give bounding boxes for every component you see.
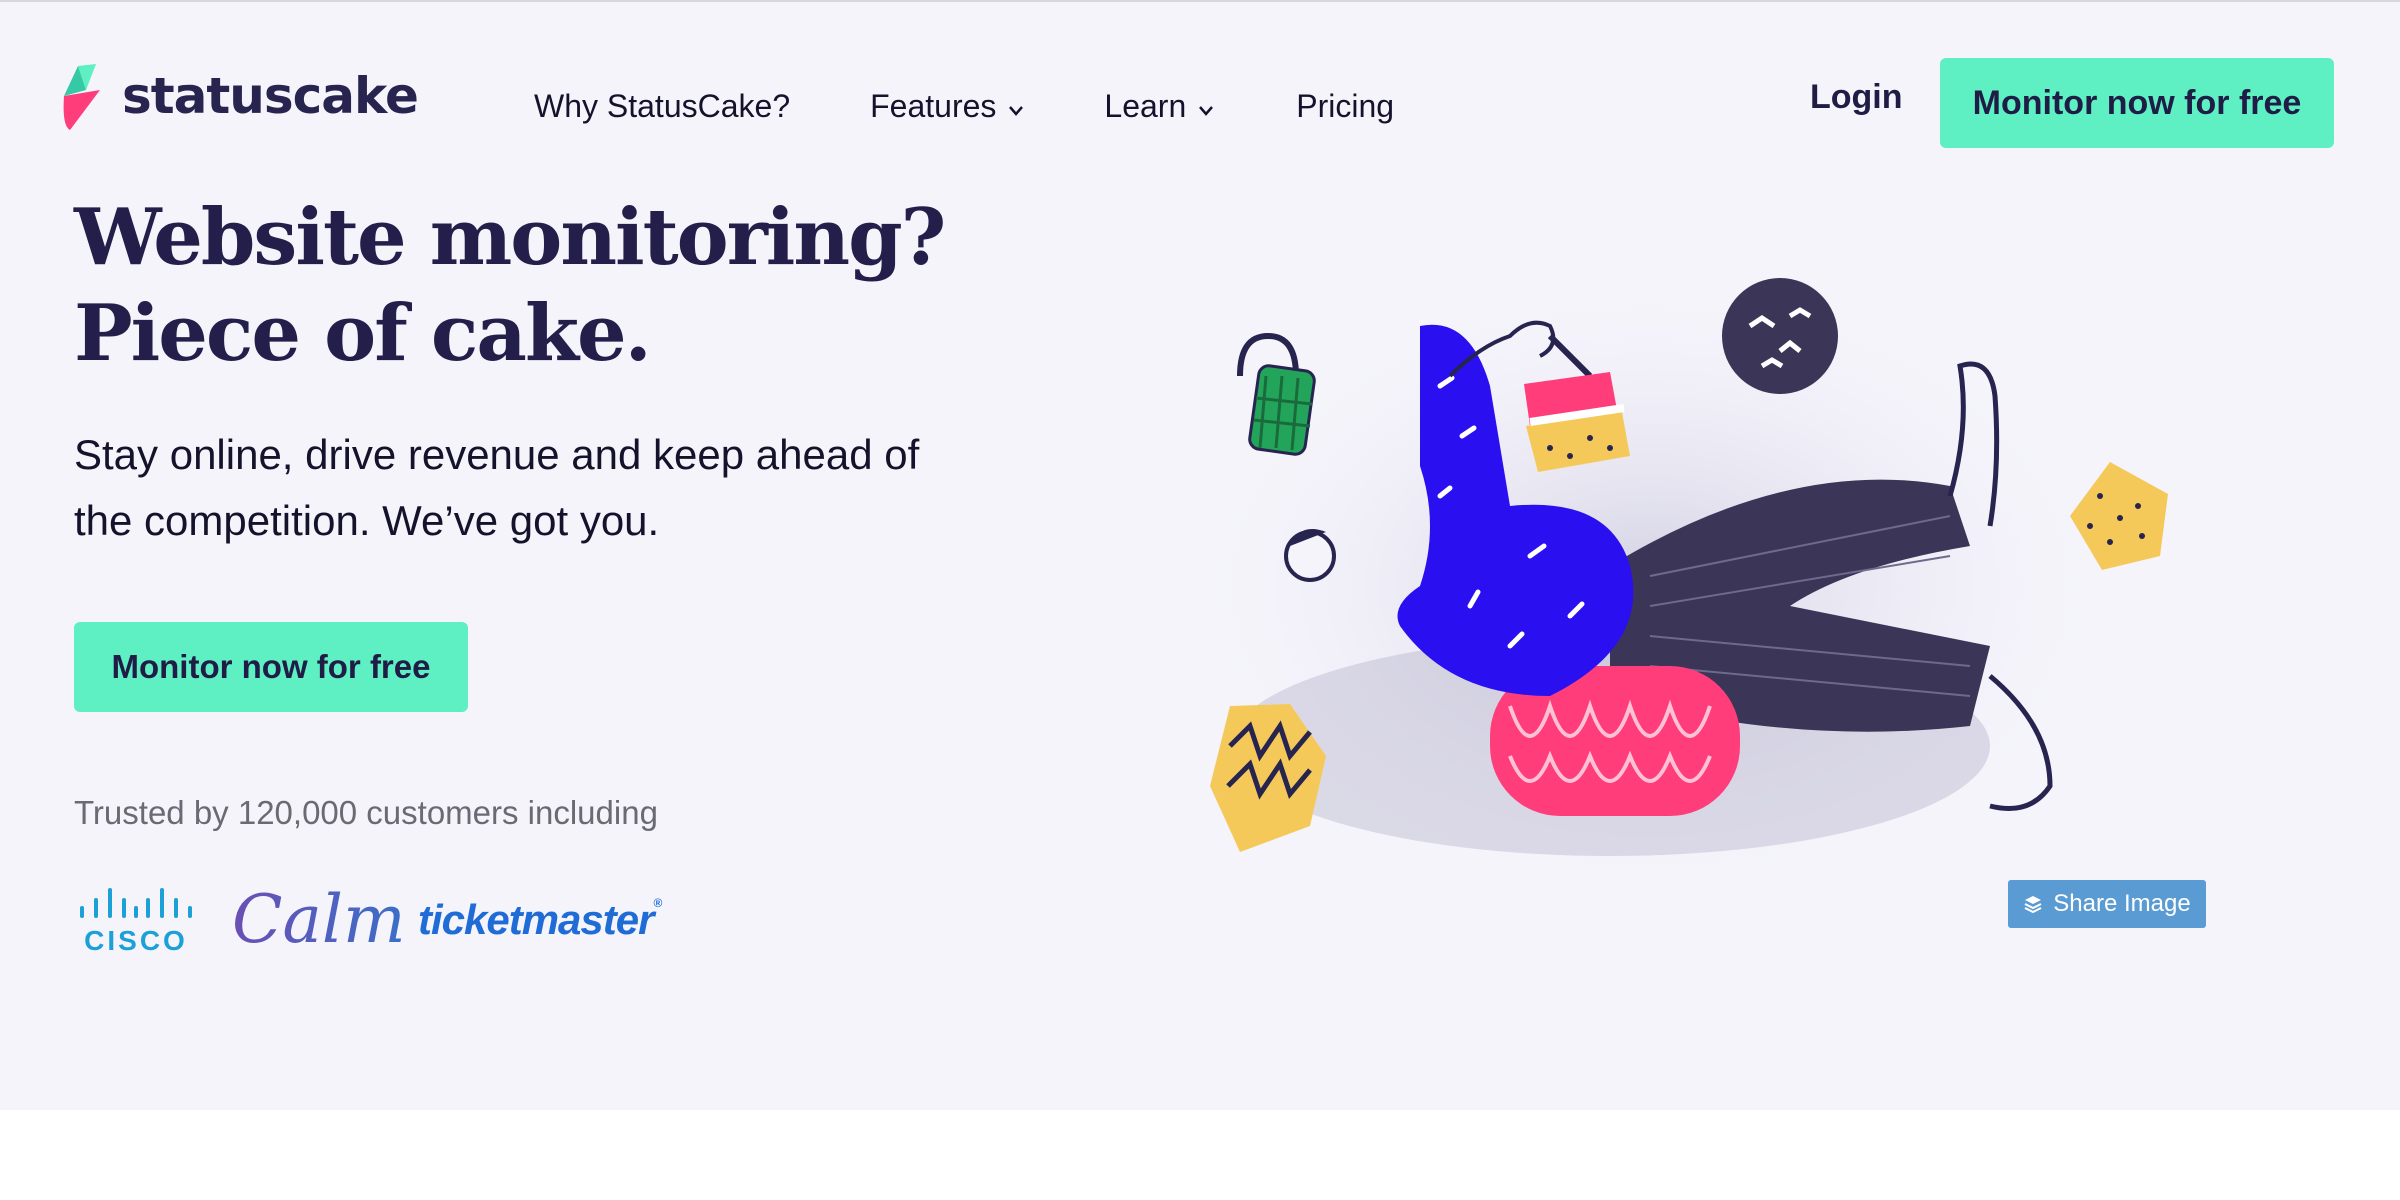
hero-monitor-now-button[interactable]: Monitor now for free [74,622,468,712]
chevron-down-icon [1009,106,1024,116]
headline-line-1: Website monitoring? [74,192,946,283]
calm-logo-text: Calm [232,881,404,958]
nav-item-why-statuscake[interactable]: Why StatusCake? [534,88,790,125]
brand-name: statuscake [122,67,419,125]
header-monitor-now-button[interactable]: Monitor now for free [1940,58,2334,148]
nav-item-label: Why StatusCake? [534,87,791,124]
nav-item-label: Pricing [1296,87,1395,124]
ticketmaster-logo-text: ticketmaster [418,896,654,943]
nav-item-pricing[interactable]: Pricing [1296,88,1394,125]
calm-logo: Calm [232,881,404,958]
customer-logos: CISCO Calm ticketmaster® [74,880,662,960]
share-image-label: Share Image [2053,890,2191,917]
statuscake-logo-icon [63,64,100,130]
dark-ball-shape [1722,278,1838,394]
share-image-button[interactable]: Share Image [2008,880,2206,928]
chevron-down-icon [1199,106,1214,116]
hero-subtext: Stay online, drive revenue and keep ahea… [74,431,920,544]
cisco-logo: CISCO [80,888,192,956]
main-nav: Why StatusCake? Features Learn Pricing [534,82,1394,130]
hero-illustration [1170,266,2168,906]
character-head-shape [1284,529,1336,582]
nav-item-learn[interactable]: Learn [1104,88,1214,125]
ticketmaster-logo: ticketmaster® [418,896,662,943]
cisco-logo-text: CISCO [84,925,188,956]
hero-headline: Website monitoring? Piece of cake. [74,190,946,382]
nav-item-label: Features [870,87,997,124]
nav-item-label: Learn [1104,87,1187,124]
padlock-shape [1237,332,1316,456]
trusted-by-text: Trusted by 120,000 customers including [74,794,658,831]
headline-line-2: Piece of cake. [74,288,652,379]
login-link[interactable]: Login [1810,78,1903,117]
nav-item-features[interactable]: Features [870,88,1024,125]
statuscake-logo[interactable]: statuscake [56,56,419,136]
layers-icon [2024,896,2042,914]
